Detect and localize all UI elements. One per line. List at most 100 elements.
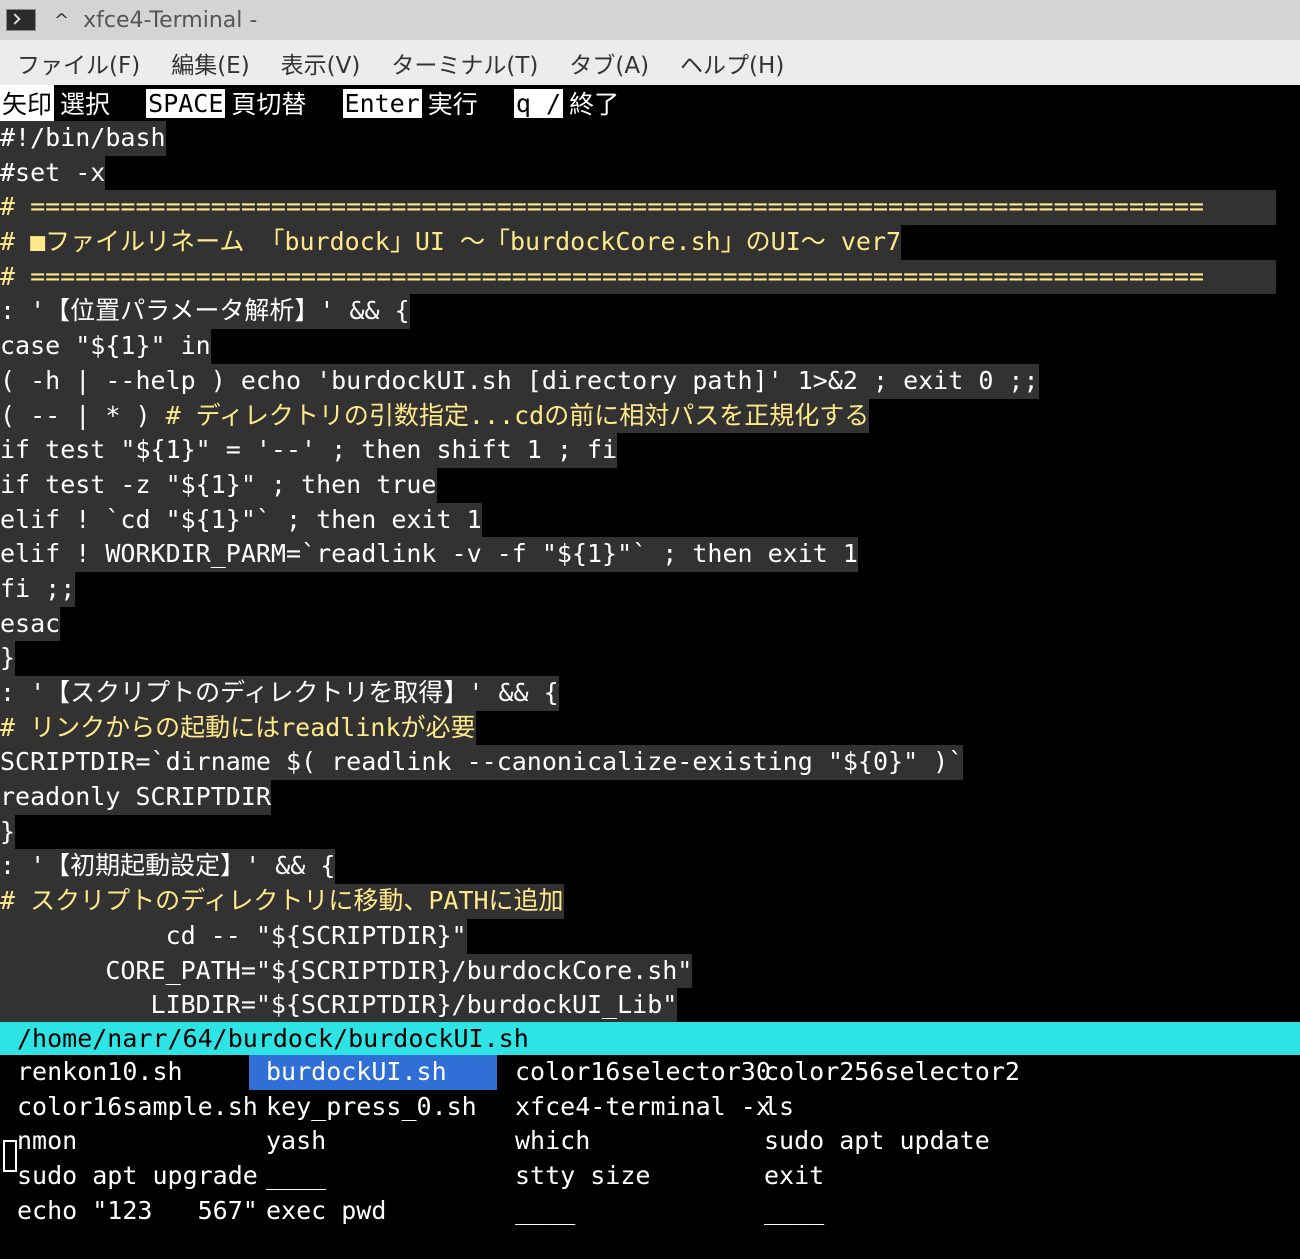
- code-text: SCRIPTDIR=`dirname $( readlink --canonic…: [0, 747, 964, 777]
- code-line: cd -- "${SCRIPTDIR}": [0, 918, 467, 954]
- help-key: SPACE: [146, 88, 226, 118]
- code-line: if test "${1}" = '--' ; then shift 1 ; f…: [0, 433, 618, 468]
- code-text: if test -z "${1}" ; then true: [0, 469, 437, 499]
- code-text: # ======================================…: [0, 192, 1205, 222]
- history-item[interactable]: renkon10.sh: [0, 1055, 248, 1090]
- code-line: fi ;;: [0, 571, 76, 607]
- code-line: esac: [0, 606, 61, 642]
- history-row: nmon yash which sudo apt update: [0, 1124, 1300, 1159]
- history-item[interactable]: burdockUI.sh: [249, 1055, 497, 1090]
- code-text: : '【スクリプトのディレクトリを取得】' && {: [0, 678, 559, 707]
- menu-bar: ファイル(F) 編集(E) 表示(V) ターミナル(T) タブ(A) ヘルプ(H): [0, 40, 1300, 85]
- history-item[interactable]: exit: [747, 1159, 995, 1194]
- help-key: q /: [513, 88, 564, 118]
- history-item[interactable]: key_press_0.sh: [249, 1090, 497, 1125]
- code-line: ( -h | --help ) echo 'burdockUI.sh [dire…: [0, 363, 1039, 399]
- code-line: : '【位置パラメータ解析】' && {: [0, 294, 410, 330]
- code-line: : '【スクリプトのディレクトリを取得】' && {: [0, 676, 559, 711]
- code-line: SCRIPTDIR=`dirname $( readlink --canonic…: [0, 745, 964, 781]
- history-item[interactable]: yash: [249, 1124, 497, 1159]
- help-desc: 実行: [427, 90, 478, 119]
- history-item[interactable]: xfce4-terminal -x: [498, 1090, 771, 1125]
- code-text: elif ! WORKDIR_PARM=`readlink -v -f "${1…: [0, 539, 858, 569]
- code-line: LIBDIR="${SCRIPTDIR}/burdockUI_Lib": [0, 988, 678, 1023]
- code-comment: # ディレクトリの引数指定...cdの前に相対パスを正規化する: [165, 400, 870, 430]
- history-row: renkon10.sh burdockUI.sh color16selector30…: [0, 1055, 1300, 1090]
- menu-item[interactable]: タブ(A): [569, 46, 649, 80]
- history-item[interactable]: color16selector30: [498, 1055, 771, 1090]
- history-item[interactable]: color16sample.sh: [0, 1090, 258, 1125]
- history-row: color16sample.sh key_press_0.sh xfce4-term…: [0, 1090, 1300, 1125]
- file-path-bar: /home/narr/64/burdock/burdockUI.sh: [0, 1022, 1300, 1055]
- history-item[interactable]: exec pwd: [249, 1194, 497, 1229]
- code-text: if test "${1}" = '--' ; then shift 1 ; f…: [0, 435, 618, 465]
- code-line: elif ! `cd "${1}"` ; then exit 1: [0, 502, 482, 538]
- menu-item[interactable]: 表示(V): [281, 46, 361, 80]
- history-item[interactable]: color256selector2: [747, 1055, 1020, 1090]
- code-text: #!/bin/bash: [0, 123, 166, 152]
- code-text: readonly SCRIPTDIR: [0, 782, 271, 812]
- history-item[interactable]: ____: [249, 1159, 497, 1194]
- code-line: }: [0, 641, 16, 676]
- code-line: if test -z "${1}" ; then true: [0, 467, 437, 503]
- code-text: }: [0, 643, 16, 673]
- code-text: esac: [0, 608, 61, 638]
- command-history-grid: renkon10.sh burdockUI.sh color16selector30…: [0, 1055, 1300, 1255]
- code-text: case "${1}" in: [0, 331, 211, 361]
- terminal-cursor: [3, 1140, 17, 1172]
- title-bar[interactable]: ^ xfce4-Terminal -: [0, 0, 1300, 40]
- code-line: : '【初期起動設定】' && {: [0, 849, 336, 885]
- window-title: xfce4-Terminal -: [83, 7, 258, 33]
- history-item[interactable]: ____: [747, 1194, 995, 1229]
- code-text: LIBDIR="${SCRIPTDIR}/burdockUI_Lib": [0, 990, 678, 1020]
- menu-item[interactable]: ファイル(F): [17, 46, 140, 80]
- code-line: }: [0, 814, 16, 850]
- code-line: elif ! WORKDIR_PARM=`readlink -v -f "${1…: [0, 537, 858, 572]
- code-text: cd -- "${SCRIPTDIR}": [0, 920, 467, 950]
- code-text: # ======================================…: [0, 261, 1205, 291]
- history-item[interactable]: sudo apt upgrade: [0, 1159, 258, 1194]
- history-item[interactable]: ls: [747, 1090, 995, 1125]
- code-text: elif ! `cd "${1}"` ; then exit 1: [0, 504, 482, 534]
- help-key: Enter: [342, 88, 422, 118]
- code-line: # ■ファイルリネーム 「burdock」UI 〜「burdockCore.sh…: [0, 225, 902, 260]
- code-text: ( -- | * ): [0, 400, 166, 430]
- code-view: #!/bin/bash #set -x # ====================…: [0, 121, 1300, 1023]
- code-line: # リンクからの起動にはreadlinkが必要: [0, 710, 476, 746]
- history-item[interactable]: which: [498, 1124, 746, 1159]
- code-line: readonly SCRIPTDIR: [0, 780, 271, 815]
- help-bar: 矢印 選択 SPACE 頁切替 Enter 実行 q / 終了: [0, 85, 1300, 121]
- help-desc: 頁切替: [231, 90, 307, 119]
- history-item[interactable]: ____: [498, 1194, 746, 1229]
- help-desc: 終了: [569, 90, 620, 119]
- history-row: echo "123 567" exec pwd ____ ____: [0, 1194, 1300, 1229]
- code-line: ( -- | * ) # ディレクトリの引数指定...cdの前に相対パスを正規化…: [0, 398, 870, 434]
- code-text: ( -h | --help ) echo 'burdockUI.sh [dire…: [0, 365, 1039, 395]
- chevron-up-icon[interactable]: ^: [54, 10, 69, 31]
- menu-item[interactable]: ヘルプ(H): [680, 46, 784, 80]
- code-line: #set -x: [0, 155, 106, 191]
- code-text: # ■ファイルリネーム 「burdock」UI 〜「burdockCore.sh…: [0, 227, 902, 257]
- history-item[interactable]: nmon: [0, 1124, 248, 1159]
- code-text: : '【位置パラメータ解析】' && {: [0, 296, 410, 326]
- history-item[interactable]: stty size: [498, 1159, 746, 1194]
- code-text: }: [0, 816, 16, 846]
- code-line: # ======================================…: [0, 259, 1276, 295]
- menu-item[interactable]: 編集(E): [171, 46, 249, 80]
- code-text: : '【初期起動設定】' && {: [0, 851, 336, 881]
- code-line: # スクリプトのディレクトリに移動、PATHに追加: [0, 884, 564, 919]
- history-item[interactable]: echo "123 567": [0, 1194, 258, 1229]
- code-text: # スクリプトのディレクトリに移動、PATHに追加: [0, 886, 564, 916]
- code-line: # ======================================…: [0, 190, 1276, 226]
- history-row: sudo apt upgrade ____ stty size exit: [0, 1159, 1300, 1194]
- code-line: case "${1}" in: [0, 329, 211, 364]
- code-text: #set -x: [0, 157, 106, 187]
- terminal-area[interactable]: 矢印 選択 SPACE 頁切替 Enter 実行 q / 終了 #!/bin/bash #…: [0, 85, 1300, 1259]
- terminal-icon: [6, 9, 36, 31]
- code-line: CORE_PATH="${SCRIPTDIR}/burdockCore.sh": [0, 953, 693, 989]
- code-line: #!/bin/bash: [0, 121, 166, 156]
- history-item[interactable]: sudo apt update: [747, 1124, 995, 1159]
- code-text: fi ;;: [0, 573, 76, 603]
- help-key: 矢印: [0, 85, 55, 121]
- menu-item[interactable]: ターミナル(T): [391, 46, 538, 80]
